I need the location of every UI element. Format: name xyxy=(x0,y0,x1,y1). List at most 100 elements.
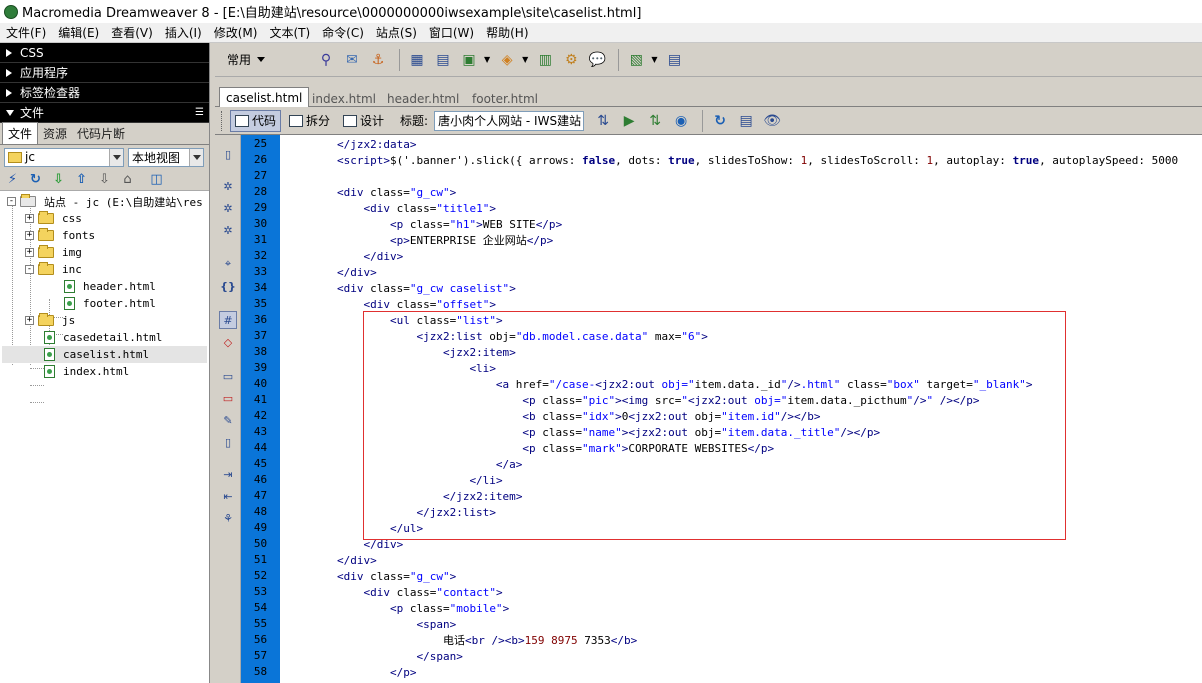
code-line[interactable]: <jzx2:list obj="db.model.case.data" max=… xyxy=(284,329,707,345)
expand-icon[interactable]: + xyxy=(25,214,34,223)
menu-window[interactable]: 窗口(W) xyxy=(423,24,480,41)
code-view-button[interactable]: 代码 xyxy=(230,109,282,132)
code-line[interactable]: <p class="pic"><img src="<jzx2:out obj="… xyxy=(284,393,979,409)
tree-item-casedetail-html[interactable]: casedetail.html xyxy=(44,329,162,346)
panel-application-header[interactable]: 应用程序 xyxy=(0,63,209,83)
menu-view[interactable]: 查看(V) xyxy=(105,24,159,41)
apply-comment-icon[interactable]: ▭ xyxy=(219,367,237,385)
hyperlink-icon[interactable]: ⚲ xyxy=(315,49,337,71)
menu-site[interactable]: 站点(S) xyxy=(370,24,423,41)
collapse-full-tag-icon[interactable]: ✲ xyxy=(219,177,237,195)
code-line[interactable]: </li> xyxy=(284,473,502,489)
indent-code-icon[interactable]: ⇥ xyxy=(219,465,237,483)
code-line[interactable]: <script>$('.banner').slick({ arrows: fal… xyxy=(284,153,1178,169)
code-line[interactable]: <div class="g_cw"> xyxy=(284,569,456,585)
collapse-selection-icon[interactable]: ✲ xyxy=(219,199,237,217)
code-line[interactable]: </div> xyxy=(284,553,377,569)
tree-item-css[interactable]: + css xyxy=(25,210,82,227)
connect-icon[interactable]: ⚡ xyxy=(3,170,22,189)
tag-chooser-icon[interactable]: ▤ xyxy=(663,49,685,71)
visual-aids-icon[interactable]: 👁 xyxy=(761,110,783,132)
tab-files[interactable]: 文件 xyxy=(2,122,39,144)
validate-markup-icon[interactable]: ⇅ xyxy=(644,110,666,132)
collapse-icon[interactable]: - xyxy=(7,197,16,206)
tab-footer-html[interactable]: footer.html xyxy=(466,89,544,108)
wrap-tag-icon[interactable]: ✎ xyxy=(219,411,237,429)
code-line[interactable]: </ul> xyxy=(284,521,423,537)
remove-comment-icon[interactable]: ▭ xyxy=(219,389,237,407)
panel-tag-inspector-header[interactable]: 标签检查器 xyxy=(0,83,209,103)
tab-caselist-html[interactable]: caselist.html xyxy=(219,87,310,108)
code-line[interactable]: <jzx2:item> xyxy=(284,345,516,361)
tab-header-html[interactable]: header.html xyxy=(381,89,465,108)
menu-insert[interactable]: 插入(I) xyxy=(159,24,208,41)
code-line[interactable]: <span> xyxy=(284,617,456,633)
menu-commands[interactable]: 命令(C) xyxy=(316,24,370,41)
code-line[interactable]: </jzx2:item> xyxy=(284,489,522,505)
tree-item-header-html[interactable]: header.html xyxy=(64,278,156,295)
media-dropdown-icon[interactable]: ▼ xyxy=(522,55,528,64)
select-parent-tag-icon[interactable]: ⌖ xyxy=(219,255,237,273)
expand-icon[interactable]: + xyxy=(25,316,34,325)
tab-snippets[interactable]: 代码片断 xyxy=(72,123,130,144)
tab-assets[interactable]: 资源 xyxy=(38,123,72,144)
tree-item-index-html[interactable]: index.html xyxy=(44,363,129,380)
split-view-button[interactable]: 拆分 xyxy=(284,110,335,132)
tab-index-html[interactable]: index.html xyxy=(306,89,382,108)
code-line[interactable]: </div> xyxy=(284,265,377,281)
tree-item-js[interactable]: + js xyxy=(25,312,75,329)
code-line[interactable]: <p>ENTERPRISE 企业网站</p> xyxy=(284,233,553,249)
refresh-design-view-icon[interactable]: ↻ xyxy=(709,110,731,132)
get-files-icon[interactable]: ⇩ xyxy=(49,170,68,189)
view-options-icon[interactable]: ▤ xyxy=(735,110,757,132)
menu-modify[interactable]: 修改(M) xyxy=(208,24,264,41)
templates-icon[interactable]: ▧ xyxy=(625,49,647,71)
dropdown-arrow-icon[interactable] xyxy=(257,57,266,62)
tree-item-fonts[interactable]: + fonts xyxy=(25,227,95,244)
tree-item-footer-html[interactable]: footer.html xyxy=(64,295,156,312)
panel-options-icon[interactable]: ☰ xyxy=(195,107,204,118)
media-icon[interactable]: ◈ xyxy=(496,49,518,71)
code-line[interactable]: </a> xyxy=(284,457,523,473)
code-line[interactable]: <a href="/case-<jzx2:out obj="item.data.… xyxy=(284,377,1033,393)
highlight-invalid-code-icon[interactable]: ◇ xyxy=(219,333,237,351)
email-link-icon[interactable]: ✉ xyxy=(341,49,363,71)
code-line[interactable]: </p> xyxy=(284,665,417,681)
comment-icon[interactable]: 💬 xyxy=(586,49,608,71)
panel-css-header[interactable]: CSS xyxy=(0,43,209,63)
code-line[interactable]: <div class="contact"> xyxy=(284,585,502,601)
code-line[interactable]: 电话<br /><b>159 8975 7353</b> xyxy=(284,633,637,649)
menu-text[interactable]: 文本(T) xyxy=(263,24,316,41)
templates-dropdown-icon[interactable]: ▼ xyxy=(651,55,657,64)
code-editor[interactable]: </jzx2:data> <script>$('.banner').slick(… xyxy=(280,135,1202,683)
code-line[interactable]: <li> xyxy=(284,361,496,377)
menu-edit[interactable]: 编辑(E) xyxy=(52,24,105,41)
check-out-icon[interactable]: ⇩ xyxy=(95,170,114,189)
menu-file[interactable]: 文件(F) xyxy=(0,24,52,41)
check-in-icon[interactable]: ⌂ xyxy=(118,170,137,189)
insert-category-select[interactable]: 常用 xyxy=(227,51,251,68)
code-line[interactable]: <b class="idx">0<jzx2:out obj="item.id"/… xyxy=(284,409,820,425)
code-line[interactable]: </span> xyxy=(284,649,462,665)
outdent-code-icon[interactable]: ⇤ xyxy=(219,487,237,505)
collapse-icon[interactable]: - xyxy=(25,265,34,274)
code-line[interactable]: <p class="mark">CORPORATE WEBSITES</p> xyxy=(284,441,774,457)
tree-item-img[interactable]: + img xyxy=(25,244,82,261)
file-management-icon[interactable]: ⇅ xyxy=(592,110,614,132)
layer-icon[interactable]: ▤ xyxy=(432,49,454,71)
panel-files-header[interactable]: 文件 ☰ xyxy=(0,103,209,123)
date-icon[interactable]: ▥ xyxy=(534,49,556,71)
open-documents-icon[interactable]: ▯ xyxy=(219,145,237,163)
table-icon[interactable]: ▦ xyxy=(406,49,428,71)
view-select[interactable]: 本地视图 xyxy=(128,147,204,167)
expand-icon[interactable]: + xyxy=(25,248,34,257)
balance-braces-icon[interactable]: {} xyxy=(219,277,237,295)
refresh-icon[interactable]: ↻ xyxy=(26,170,45,189)
code-line[interactable]: <div class="offset"> xyxy=(284,297,495,313)
tree-item-inc[interactable]: - inc xyxy=(25,261,82,278)
image-icon[interactable]: ▣ xyxy=(458,49,480,71)
code-line[interactable]: </jzx2:data> xyxy=(284,137,416,153)
expand-panel-icon[interactable]: ◫ xyxy=(147,170,166,189)
tree-item-site-root[interactable]: - 站点 - jc (E:\自助建站\res xyxy=(7,193,203,210)
format-source-code-icon[interactable]: ⚘ xyxy=(219,509,237,527)
